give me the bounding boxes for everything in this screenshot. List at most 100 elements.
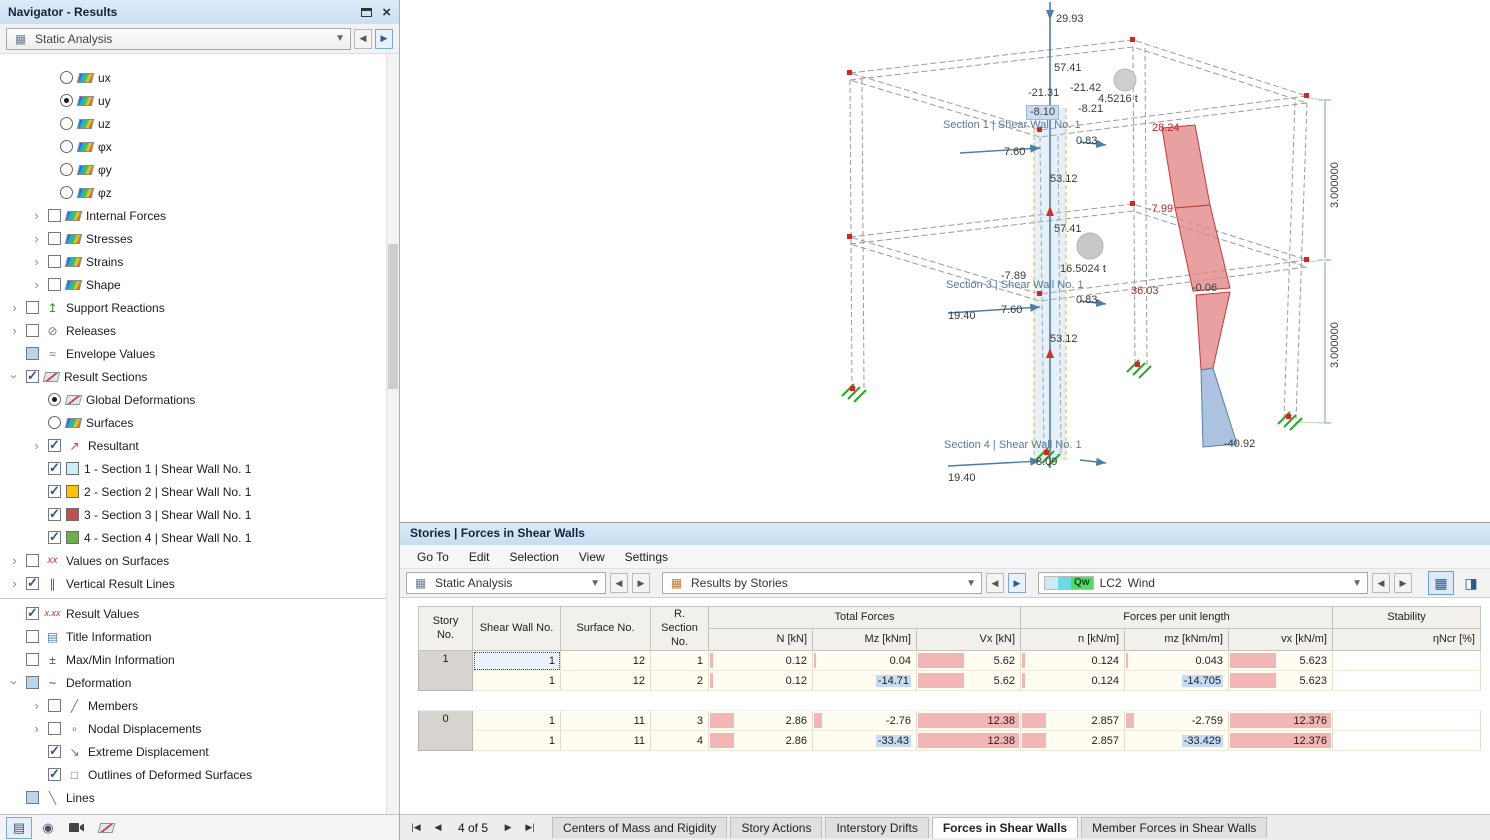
tree-item-ux[interactable]: ux bbox=[0, 66, 399, 89]
cell-mz[interactable]: -2.76 bbox=[813, 711, 917, 731]
analysis-type-combo[interactable]: ▦ Static Analysis ▼ bbox=[6, 28, 351, 50]
cell-vx-unit[interactable]: 5.623 bbox=[1229, 671, 1333, 691]
next-load-case-button[interactable]: ▶ bbox=[1394, 573, 1412, 593]
radio-button[interactable] bbox=[60, 94, 73, 107]
tree-item-strains[interactable]: ›Strains bbox=[0, 250, 399, 273]
cell-mz[interactable]: -33.43 bbox=[813, 731, 917, 751]
cell-vx[interactable]: 12.38 bbox=[917, 711, 1021, 731]
tree-item-releases[interactable]: ›⊘Releases bbox=[0, 319, 399, 342]
col-header-vx-unit[interactable]: vx [kN/m] bbox=[1229, 629, 1333, 651]
next-table-button[interactable]: ▶ bbox=[1008, 573, 1026, 593]
radio-button[interactable] bbox=[48, 393, 61, 406]
checkbox[interactable] bbox=[26, 791, 39, 804]
expand-arrow-icon[interactable]: › bbox=[30, 209, 43, 222]
cell-surface[interactable]: 12 bbox=[561, 651, 651, 671]
col-header-vx[interactable]: Vx [kN] bbox=[917, 629, 1021, 651]
viewport[interactable]: 29.9357.41-21.31-21.424.5216 t-8.21-8.10… bbox=[400, 0, 1490, 522]
prev-load-case-button[interactable]: ◀ bbox=[1372, 573, 1390, 593]
cell-vx[interactable]: 5.62 bbox=[917, 651, 1021, 671]
checkbox[interactable] bbox=[48, 531, 61, 544]
navigator-tab-results[interactable]: ▤ bbox=[6, 817, 32, 839]
tree-item-global-deformations[interactable]: Global Deformations bbox=[0, 388, 399, 411]
cell-r-section[interactable]: 1 bbox=[651, 651, 709, 671]
cell-n-unit[interactable]: 2.857 bbox=[1021, 711, 1125, 731]
tree-item-envelope-values[interactable]: ≈Envelope Values bbox=[0, 342, 399, 365]
radio-button[interactable] bbox=[60, 117, 73, 130]
checkbox[interactable] bbox=[26, 370, 39, 383]
cell-vx[interactable]: 12.38 bbox=[917, 731, 1021, 751]
tree-item-section-3[interactable]: 3 - Section 3 | Shear Wall No. 1 bbox=[0, 503, 399, 526]
prev-table-button[interactable]: ◀ bbox=[986, 573, 1004, 593]
load-case-combo[interactable]: Qw LC2 Wind ▼ bbox=[1038, 572, 1368, 594]
checkbox[interactable] bbox=[48, 745, 61, 758]
tree-item-section-1[interactable]: 1 - Section 1 | Shear Wall No. 1 bbox=[0, 457, 399, 480]
structure-3d-view[interactable] bbox=[400, 0, 1490, 522]
expand-arrow-icon[interactable]: › bbox=[30, 722, 43, 735]
checkbox[interactable] bbox=[48, 232, 61, 245]
cell-n[interactable]: 2.86 bbox=[709, 731, 813, 751]
col-header-surface[interactable]: Surface No. bbox=[561, 607, 651, 651]
tab-interstory-drifts[interactable]: Interstory Drifts bbox=[825, 817, 928, 838]
eye-icon[interactable]: ◉ bbox=[35, 817, 61, 839]
cell-mz[interactable]: 0.04 bbox=[813, 651, 917, 671]
cell-mz-unit[interactable]: -14.705 bbox=[1125, 671, 1229, 691]
cell-surface[interactable]: 12 bbox=[561, 671, 651, 691]
first-record-button[interactable]: |◀ bbox=[406, 818, 426, 838]
col-header-n[interactable]: N [kN] bbox=[709, 629, 813, 651]
tree-item-phiy[interactable]: φy bbox=[0, 158, 399, 181]
tree-item-result-values[interactable]: x.xxResult Values bbox=[0, 602, 399, 625]
col-header-eta-ncr[interactable]: ηNcr [%] bbox=[1333, 629, 1481, 651]
tab-centers-of-mass[interactable]: Centers of Mass and Rigidity bbox=[552, 817, 727, 838]
table-row[interactable]: 1 12 2 0.12 -14.71 5.62 0.124 -14.705 5.… bbox=[419, 671, 1481, 691]
checkbox[interactable] bbox=[48, 699, 61, 712]
menu-settings[interactable]: Settings bbox=[616, 548, 677, 566]
expand-arrow-icon[interactable]: › bbox=[8, 301, 21, 314]
tree-item-uy[interactable]: uy bbox=[0, 89, 399, 112]
tree-item-resultant[interactable]: ›↗Resultant bbox=[0, 434, 399, 457]
camera-icon[interactable] bbox=[64, 817, 90, 839]
tree-item-deformation[interactable]: ›~Deformation bbox=[0, 671, 399, 694]
tree-item-phix[interactable]: φx bbox=[0, 135, 399, 158]
tree-item-result-sections[interactable]: ›Result Sections bbox=[0, 365, 399, 388]
radio-button[interactable] bbox=[60, 140, 73, 153]
radio-button[interactable] bbox=[60, 186, 73, 199]
scrollbar-thumb[interactable] bbox=[388, 244, 398, 389]
tree-item-support-reactions[interactable]: ›↥Support Reactions bbox=[0, 296, 399, 319]
expand-arrow-icon[interactable]: › bbox=[8, 577, 21, 590]
collapse-arrow-icon[interactable]: › bbox=[8, 370, 21, 383]
checkbox[interactable] bbox=[48, 722, 61, 735]
cell-r-section[interactable]: 4 bbox=[651, 731, 709, 751]
tree-item-vertical-result-lines[interactable]: ›∥Vertical Result Lines bbox=[0, 572, 399, 595]
table-row[interactable]: 1 11 4 2.86 -33.43 12.38 2.857 -33.429 1… bbox=[419, 731, 1481, 751]
close-icon[interactable]: × bbox=[382, 5, 391, 20]
tree-item-section-4[interactable]: 4 - Section 4 | Shear Wall No. 1 bbox=[0, 526, 399, 549]
next-result-button[interactable]: ▶ bbox=[632, 573, 650, 593]
col-header-story[interactable]: Story No. bbox=[419, 607, 473, 651]
cell-surface[interactable]: 11 bbox=[561, 731, 651, 751]
checkbox[interactable] bbox=[26, 324, 39, 337]
checkbox[interactable] bbox=[48, 255, 61, 268]
tree-item-phiz[interactable]: φz bbox=[0, 181, 399, 204]
cell-r-section[interactable]: 2 bbox=[651, 671, 709, 691]
cell-shear-wall[interactable]: 1 bbox=[473, 671, 561, 691]
sync-views-icon[interactable]: ◨ bbox=[1458, 571, 1484, 595]
cell-n[interactable]: 0.12 bbox=[709, 651, 813, 671]
cell-mz[interactable]: -14.71 bbox=[813, 671, 917, 691]
cell-shear-wall[interactable]: 1 bbox=[473, 711, 561, 731]
cell-surface[interactable]: 11 bbox=[561, 711, 651, 731]
tab-forces-in-shear-walls[interactable]: Forces in Shear Walls bbox=[932, 817, 1078, 838]
prev-analysis-button[interactable]: ◀ bbox=[354, 29, 372, 49]
cell-vx-unit[interactable]: 12.376 bbox=[1229, 731, 1333, 751]
checkbox[interactable] bbox=[26, 347, 39, 360]
radio-button[interactable] bbox=[60, 163, 73, 176]
last-record-button[interactable]: ▶| bbox=[520, 818, 540, 838]
cell-r-section[interactable]: 3 bbox=[651, 711, 709, 731]
cell-mz-unit[interactable]: -2.759 bbox=[1125, 711, 1229, 731]
table-row[interactable]: 0 1 11 3 2.86 -2.76 12.38 2.857 -2.759 1… bbox=[419, 711, 1481, 731]
col-header-n-unit[interactable]: n [kN/m] bbox=[1021, 629, 1125, 651]
cell-vx-unit[interactable]: 12.376 bbox=[1229, 711, 1333, 731]
checkbox[interactable] bbox=[26, 676, 39, 689]
tree-item-lines[interactable]: ╲Lines bbox=[0, 786, 399, 809]
cell-shear-wall[interactable]: 1 bbox=[473, 651, 561, 671]
float-window-icon[interactable] bbox=[361, 8, 372, 17]
